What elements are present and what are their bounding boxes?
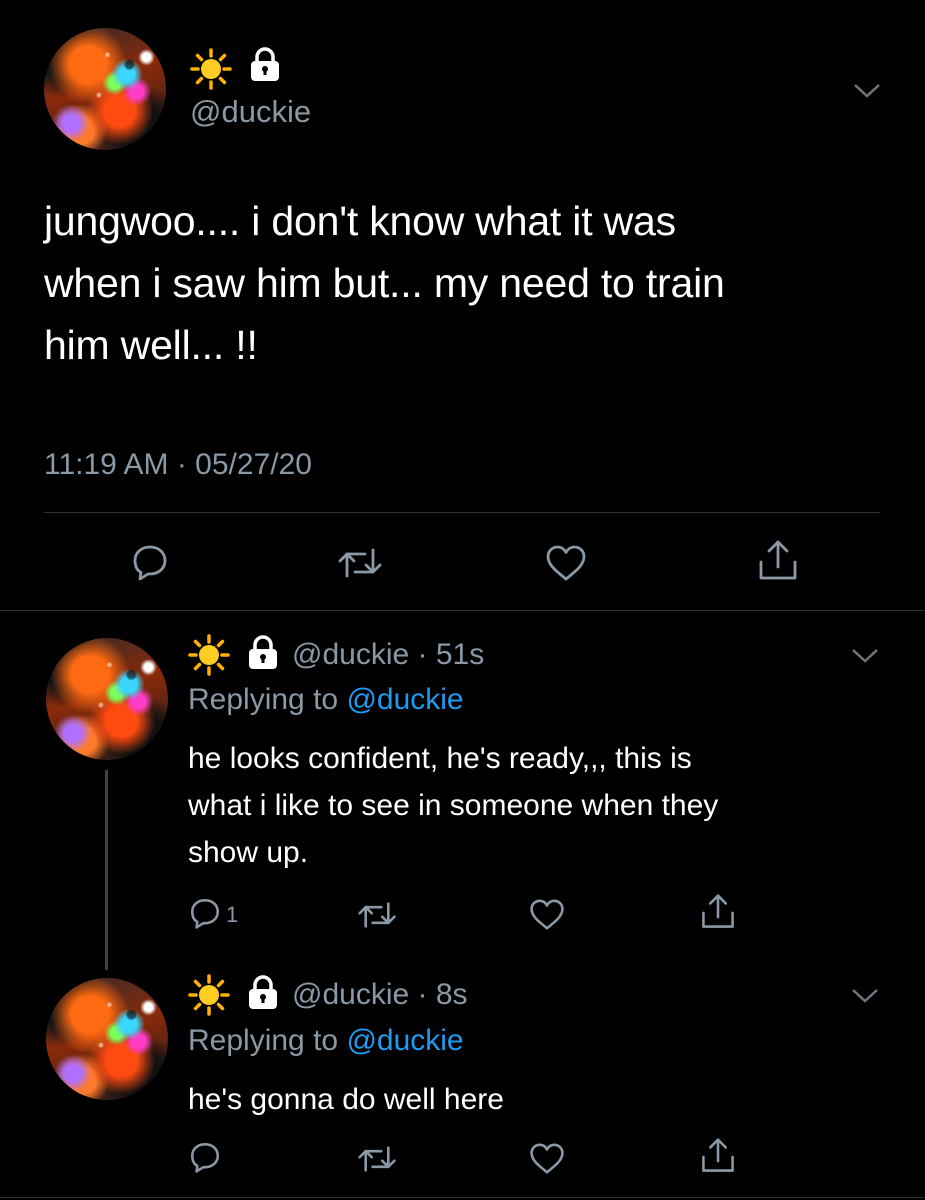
divider [44,512,880,513]
reply-text-line: he looks confident, he's ready,,, this i… [188,742,692,775]
author-handle[interactable]: @duckie [190,94,311,130]
sun-icon [188,634,230,676]
reply-text-line: he's gonna do well here [188,1083,504,1116]
share-icon[interactable] [700,894,736,930]
chevron-down-icon[interactable] [850,985,880,1005]
avatar[interactable] [44,28,166,150]
sun-icon [188,974,230,1016]
retweet-icon[interactable] [357,900,397,930]
like-icon[interactable] [545,544,587,582]
divider [0,1197,925,1198]
reply-count: 1 [226,902,239,927]
reply-text-line: what i like to see in someone when they [188,789,719,822]
chevron-down-icon[interactable] [852,80,882,100]
retweet-icon[interactable] [337,546,383,580]
lock-icon [248,47,282,83]
tweet-text-line: when i saw him but... my need to train [44,260,725,306]
reply-handle-time[interactable]: @duckie · 8s [292,978,468,1012]
reply-icon[interactable] [188,896,222,930]
tweet-text-line: him well... !! [44,322,258,368]
share-icon[interactable] [757,540,799,582]
reply-text-line: show up. [188,836,309,869]
reply-text: he's gonna do well here [188,1076,888,1123]
avatar[interactable] [46,638,168,760]
reply-icon[interactable] [130,542,170,582]
thread-line [105,770,108,970]
replying-to-mention[interactable]: @duckie [346,1024,463,1057]
reply-text: he looks confident, he's ready,,, this i… [188,735,888,876]
replying-to: Replying to @duckie [188,1024,464,1058]
replying-prefix: Replying to [188,1024,347,1057]
like-icon[interactable] [529,898,565,931]
reply-handle-time[interactable]: @duckie · 51s [292,638,484,672]
share-icon[interactable] [700,1138,736,1174]
divider [0,610,925,611]
lock-icon [246,975,280,1011]
replying-prefix: Replying to [188,683,347,716]
sun-icon [190,48,232,90]
chevron-down-icon[interactable] [850,645,880,665]
retweet-icon[interactable] [357,1144,397,1174]
tweet-text: jungwoo.... i don't know what it was whe… [44,190,904,376]
tweet-timestamp[interactable]: 11:19 AM · 05/27/20 [44,448,312,482]
replying-to-mention[interactable]: @duckie [346,683,463,716]
like-icon[interactable] [529,1142,565,1175]
replying-to: Replying to @duckie [188,683,464,717]
tweet-text-line: jungwoo.... i don't know what it was [44,198,676,244]
lock-icon [246,635,280,671]
avatar[interactable] [46,978,168,1100]
reply-icon[interactable] [188,1140,222,1174]
